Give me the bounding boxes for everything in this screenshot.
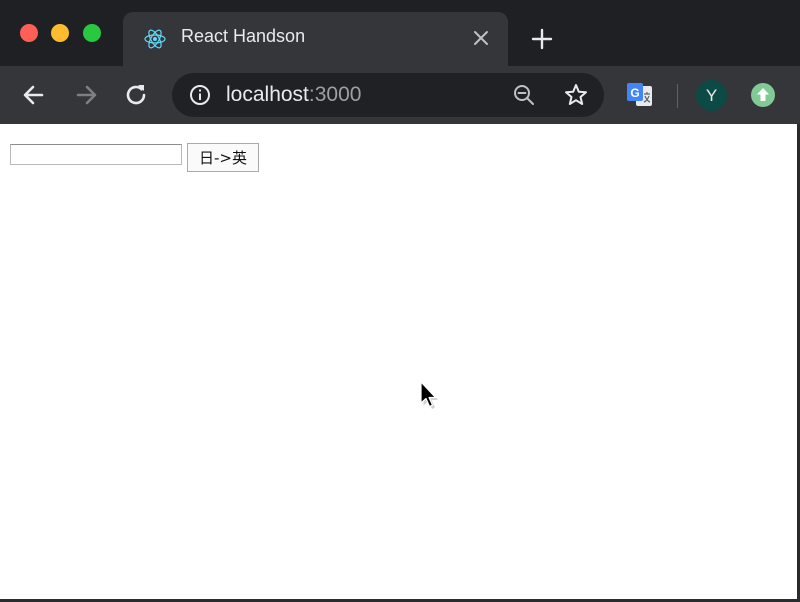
reload-icon[interactable] — [122, 81, 150, 109]
url-text[interactable]: localhost:3000 — [226, 83, 361, 107]
window-close-button[interactable] — [20, 24, 38, 42]
svg-text:G: G — [630, 86, 639, 100]
toolbar-divider — [677, 84, 678, 108]
browser-window: React Handson localhost:3000 G Y 日->英 — [0, 0, 800, 602]
tab-title: React Handson — [181, 26, 306, 46]
update-arrow-icon[interactable] — [750, 82, 776, 108]
profile-avatar[interactable]: Y — [696, 80, 727, 111]
url-host: localhost — [226, 83, 309, 106]
forward-arrow-icon[interactable] — [72, 81, 100, 109]
bookmark-star-icon[interactable] — [563, 82, 589, 108]
window-minimize-button[interactable] — [51, 24, 69, 42]
new-tab-icon[interactable] — [530, 27, 554, 51]
close-tab-icon[interactable] — [472, 29, 490, 47]
react-icon — [144, 29, 166, 49]
browser-tab[interactable]: React Handson — [123, 12, 508, 66]
url-port: :3000 — [308, 83, 362, 106]
title-bar: React Handson — [0, 0, 800, 66]
japanese-text-input[interactable] — [10, 144, 182, 165]
zoom-out-icon[interactable] — [512, 83, 536, 107]
page-content: 日->英 — [0, 124, 797, 599]
browser-toolbar: localhost:3000 G Y — [0, 66, 800, 124]
window-maximize-button[interactable] — [83, 24, 101, 42]
info-icon[interactable] — [189, 84, 211, 106]
back-arrow-icon[interactable] — [20, 81, 48, 109]
mouse-cursor-icon — [420, 381, 438, 409]
translate-button[interactable]: 日->英 — [187, 143, 259, 172]
google-translate-icon[interactable]: G — [626, 82, 654, 108]
address-bar[interactable]: localhost:3000 — [172, 73, 604, 117]
